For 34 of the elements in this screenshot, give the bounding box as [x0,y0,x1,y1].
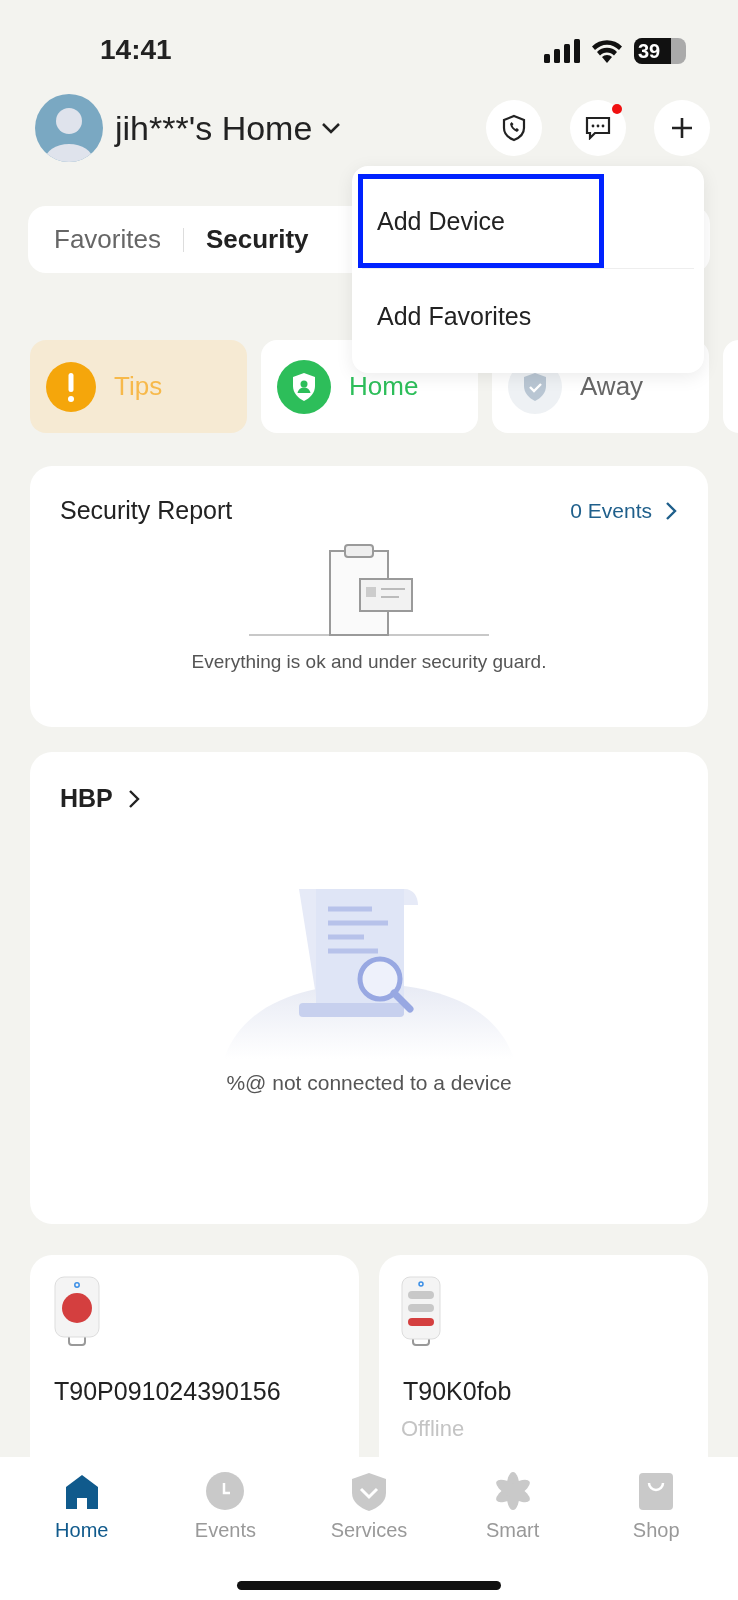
events-link[interactable]: 0 Events [570,498,678,523]
shield-phone-icon [501,114,527,142]
device-card[interactable]: T90P091024390156 [30,1255,359,1457]
shield-icon [277,359,331,414]
wifi-icon [590,39,624,63]
device-name: T90K0fob [402,1377,512,1406]
add-button[interactable] [654,100,710,156]
nav-tab[interactable]: Home [10,1457,154,1557]
menu-item[interactable]: Add Device [358,174,604,268]
battery-icon: 39 [634,38,686,64]
chevron-right-icon [126,787,141,810]
status-message: %@ not connected to a device [226,1071,512,1095]
segment-tab[interactable]: Security [205,224,309,255]
shield-icon [349,1471,389,1511]
message-button[interactable] [570,100,626,156]
hbp-link[interactable]: HBP [60,784,141,813]
chat-icon [585,116,611,140]
device-card[interactable]: T90K0fob Offline [379,1255,708,1457]
key-fob-icon [401,1275,441,1347]
plus-icon [670,116,694,140]
clock-icon [205,1471,246,1511]
phone-shield-button[interactable] [486,100,542,156]
segment-tab[interactable]: Favorites [54,224,161,255]
exclamation-icon [46,361,96,412]
chevron-down-icon [320,121,343,135]
home-selector[interactable]: jih***'s Home [115,108,343,148]
device-status: Offline [401,1416,465,1442]
signal-icon [544,39,580,63]
status-message: Everything is ok and under security guard. [191,651,547,673]
chevron-right-icon [664,499,678,522]
panic-button-icon [52,1275,102,1347]
status-time: 14:41 [100,34,172,66]
device-name: T90P091024390156 [53,1377,281,1406]
card-title: Security Report [60,496,233,525]
